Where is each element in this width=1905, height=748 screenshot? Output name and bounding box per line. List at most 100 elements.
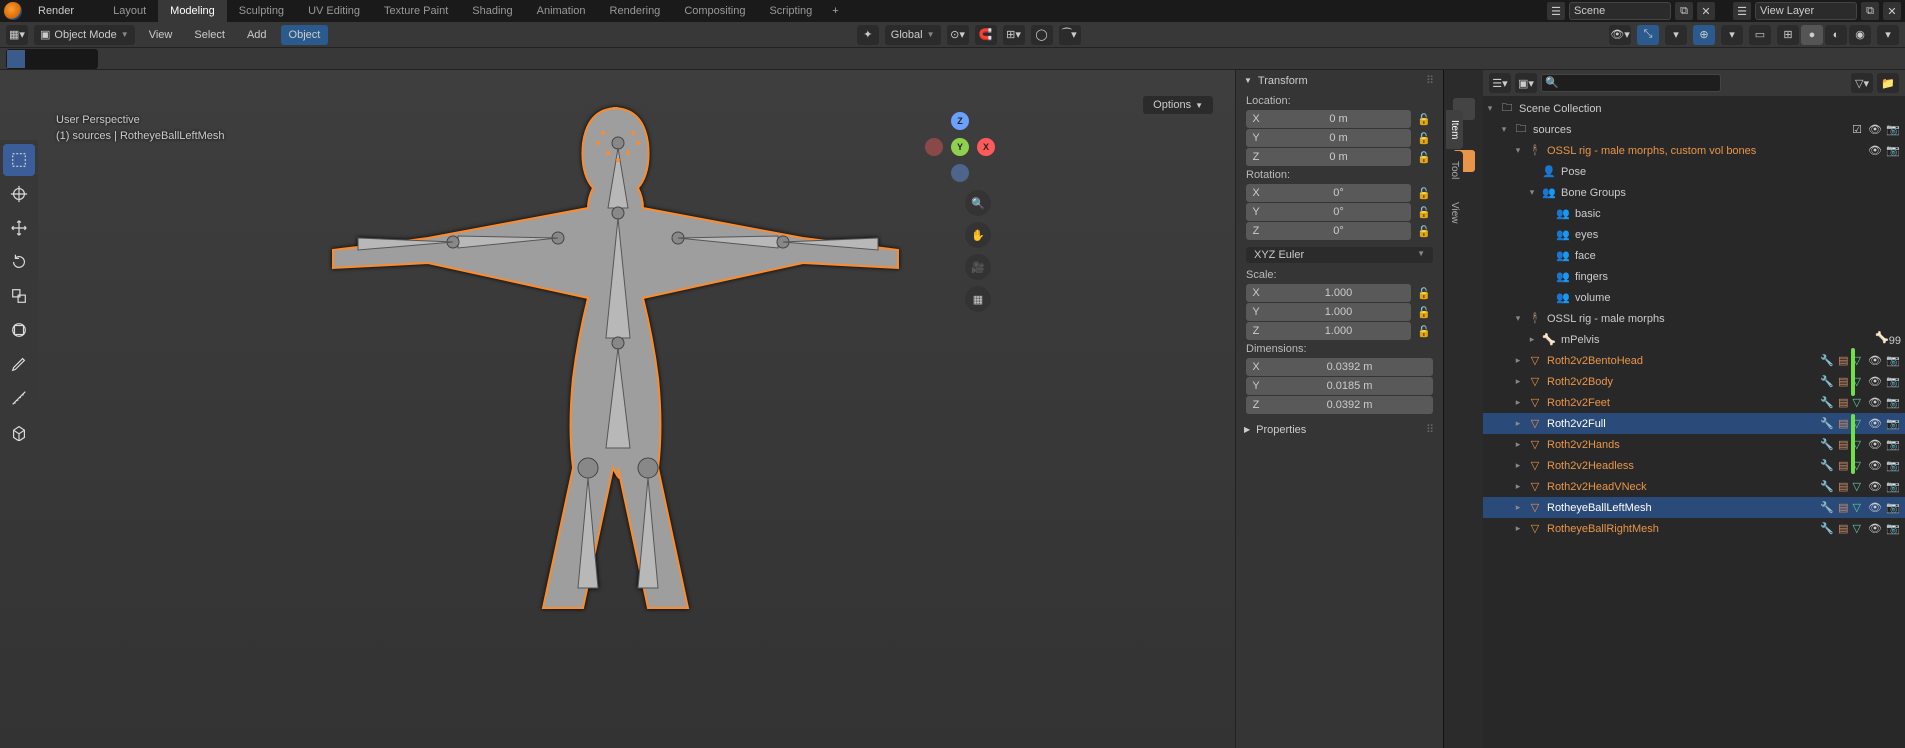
rot-y-value[interactable]: 0°	[1266, 203, 1411, 221]
scale-y-value[interactable]: 1.000	[1266, 303, 1411, 321]
outliner-search-input[interactable]	[1541, 74, 1721, 92]
loc-z-value[interactable]: 0 m	[1266, 148, 1411, 166]
dim-y-value[interactable]: 0.0185 m	[1266, 377, 1433, 395]
scene-selector[interactable]	[1569, 2, 1671, 20]
scene-browse-button[interactable]: ☰	[1547, 2, 1565, 20]
shading-solid[interactable]: ●	[1801, 25, 1823, 45]
rot-z-value[interactable]: 0°	[1266, 222, 1411, 240]
workspace-tab-uv-editing[interactable]: UV Editing	[296, 0, 372, 22]
modifier-icon[interactable]: 🔧	[1820, 459, 1834, 472]
dim-x-value[interactable]: 0.0392 m	[1266, 358, 1433, 376]
outliner-row[interactable]: 👥eyes	[1483, 224, 1905, 245]
select-mode-tweak[interactable]	[7, 50, 25, 68]
outliner-row[interactable]: ▸▽RotheyeBallRightMesh🔧▤▽👁📷	[1483, 518, 1905, 539]
render-toggle[interactable]: 📷	[1885, 354, 1901, 367]
lock-icon[interactable]: 🔓	[1415, 187, 1433, 200]
outliner-row[interactable]: ▾🕴OSSL rig - male morphs, custom vol bon…	[1483, 140, 1905, 161]
scene-name-input[interactable]	[1570, 5, 1670, 17]
dim-z-value[interactable]: 0.0392 m	[1266, 396, 1433, 414]
workspace-tab-animation[interactable]: Animation	[525, 0, 598, 22]
shading-wireframe[interactable]: ⊞	[1777, 25, 1799, 45]
expand-toggle[interactable]: ▾	[1511, 313, 1525, 324]
render-toggle[interactable]: 📷	[1885, 123, 1901, 136]
workspace-tab-modeling[interactable]: Modeling	[158, 0, 227, 22]
rotation-mode-selector[interactable]: XYZ Euler ▼	[1246, 247, 1433, 263]
visibility-button[interactable]: 👁▾	[1609, 25, 1631, 45]
proportional-falloff-button[interactable]: ⁀▾	[1059, 25, 1081, 45]
hide-toggle[interactable]: 👁	[1867, 459, 1883, 472]
lock-icon[interactable]: 🔓	[1415, 132, 1433, 145]
select-menu[interactable]: Select	[186, 25, 233, 45]
outliner-row[interactable]: ▸▽Roth2v2Headless🔧▤▽👁📷	[1483, 455, 1905, 476]
vertex-groups-icon[interactable]: ▤	[1838, 501, 1848, 514]
modifier-icon[interactable]: 🔧	[1820, 522, 1834, 535]
tool-scale[interactable]	[3, 280, 35, 312]
outliner-row[interactable]: 👤Pose	[1483, 161, 1905, 182]
select-mode-intersect[interactable]	[79, 50, 97, 68]
view-layer-selector[interactable]	[1755, 2, 1857, 20]
expand-toggle[interactable]: ▸	[1511, 460, 1525, 471]
lock-icon[interactable]: 🔓	[1415, 325, 1433, 338]
modifier-icon[interactable]: 🔧	[1820, 396, 1834, 409]
modifier-icon[interactable]: 🔧	[1820, 480, 1834, 493]
shading-matprev[interactable]: ◐	[1825, 25, 1847, 45]
shading-rendered[interactable]: ◉	[1849, 25, 1871, 45]
expand-toggle[interactable]: ▸	[1511, 523, 1525, 534]
workspace-tab-layout[interactable]: Layout	[101, 0, 158, 22]
modifier-icon[interactable]: 🔧	[1820, 438, 1834, 451]
xray-toggle[interactable]: ▭	[1749, 25, 1771, 45]
menu-render[interactable]: Render	[28, 0, 87, 22]
n-tab-tool[interactable]: Tool	[1446, 151, 1463, 189]
expand-toggle[interactable]: ▸	[1525, 334, 1539, 345]
outliner-row[interactable]: ▸▽Roth2v2Hands🔧▤▽👁📷	[1483, 434, 1905, 455]
workspace-tab-scripting[interactable]: Scripting	[757, 0, 824, 22]
shapekeys-icon[interactable]: ▽	[1853, 396, 1861, 409]
render-toggle[interactable]: 📷	[1885, 396, 1901, 409]
outliner-row[interactable]: ▾🕴OSSL rig - male morphs	[1483, 308, 1905, 329]
select-mode-extend[interactable]	[43, 50, 61, 68]
expand-toggle[interactable]: ▸	[1511, 439, 1525, 450]
gizmo-toggle[interactable]: ⤡	[1637, 25, 1659, 45]
hide-toggle[interactable]: 👁	[1867, 396, 1883, 409]
vertex-groups-icon[interactable]: ▤	[1838, 480, 1848, 493]
add-workspace-button[interactable]: +	[824, 5, 846, 17]
modifier-icon[interactable]: 🔧	[1820, 354, 1834, 367]
drag-grip-icon[interactable]: ⠿	[1426, 423, 1435, 436]
outliner-row[interactable]: ▾🗀sources☑ 👁📷	[1483, 119, 1905, 140]
outliner-display-mode[interactable]: ☰▾	[1489, 73, 1511, 93]
vertex-groups-icon[interactable]: ▤	[1838, 354, 1848, 367]
hide-toggle[interactable]: 👁	[1867, 375, 1883, 388]
expand-toggle[interactable]: ▸	[1511, 376, 1525, 387]
select-mode-box[interactable]	[25, 50, 43, 68]
vertex-groups-icon[interactable]: ▤	[1838, 375, 1848, 388]
outliner-row[interactable]: ▾🗀Scene Collection	[1483, 98, 1905, 119]
view-menu[interactable]: View	[141, 25, 181, 45]
expand-toggle[interactable]: ▸	[1511, 355, 1525, 366]
outliner-row[interactable]: 👥volume	[1483, 287, 1905, 308]
outliner-tree[interactable]: ▾🗀Scene Collection▾🗀sources☑ 👁📷▾🕴OSSL ri…	[1483, 96, 1905, 748]
hide-toggle[interactable]: 👁	[1867, 522, 1883, 535]
modifier-icon[interactable]: 🔧	[1820, 417, 1834, 430]
overlay-toggle[interactable]: ⊕	[1693, 25, 1715, 45]
lock-icon[interactable]: 🔓	[1415, 225, 1433, 238]
shading-menu[interactable]: ▾	[1877, 25, 1899, 45]
n-tab-view[interactable]: View	[1446, 192, 1463, 234]
pivot-button[interactable]: ⊙▾	[947, 25, 969, 45]
editor-type-button[interactable]: ▦▾	[6, 25, 28, 45]
layer-delete-button[interactable]: ✕	[1883, 2, 1901, 20]
expand-toggle[interactable]: ▾	[1483, 103, 1497, 114]
loc-x-value[interactable]: 0 m	[1266, 110, 1411, 128]
scale-z-value[interactable]: 1.000	[1266, 322, 1411, 340]
hide-toggle[interactable]: 👁	[1867, 438, 1883, 451]
modifier-icon[interactable]: 🔧	[1820, 501, 1834, 514]
properties-panel-header[interactable]: ▶ Properties ⠿	[1236, 419, 1443, 440]
outliner-view-button[interactable]: ▣▾	[1515, 73, 1537, 93]
rot-x-value[interactable]: 0°	[1266, 184, 1411, 202]
lock-icon[interactable]: 🔓	[1415, 306, 1433, 319]
scale-x-value[interactable]: 1.000	[1266, 284, 1411, 302]
snap-target-button[interactable]: ⊞▾	[1003, 25, 1025, 45]
loc-y-value[interactable]: 0 m	[1266, 129, 1411, 147]
render-toggle[interactable]: 📷	[1885, 375, 1901, 388]
outliner-row[interactable]: 👥basic	[1483, 203, 1905, 224]
scene-new-button[interactable]: ⧉	[1675, 2, 1693, 20]
